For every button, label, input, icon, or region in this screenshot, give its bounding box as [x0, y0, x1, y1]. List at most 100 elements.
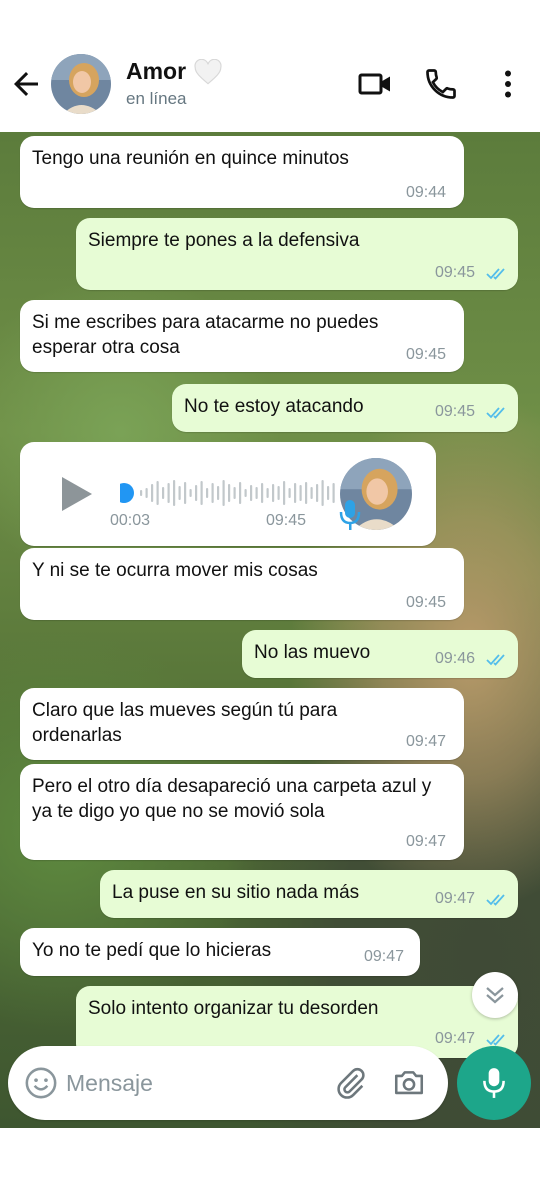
message-time: 09:44	[406, 184, 447, 201]
waveform-bar	[244, 489, 247, 497]
message-incoming[interactable]: Claro que las mueves según tú para orden…	[20, 688, 464, 760]
waveform-bar	[299, 485, 302, 501]
waveform-bar	[310, 487, 313, 499]
message-outgoing[interactable]: No te estoy atacando 09:45	[172, 384, 518, 432]
play-icon	[62, 477, 92, 511]
read-ticks-icon	[486, 894, 505, 906]
message-time: 09:47	[435, 890, 476, 907]
waveform-bar	[332, 483, 335, 503]
waveform-bar	[266, 488, 269, 498]
contact-status: en línea	[126, 89, 187, 108]
waveform-bar	[250, 485, 253, 501]
microphone-icon	[338, 498, 362, 537]
message-text: Siempre te pones a la defensiva	[88, 230, 360, 251]
waveform-bar	[189, 489, 192, 497]
waveform-bar	[195, 485, 198, 501]
message-time: 09:47	[435, 1030, 476, 1047]
waveform-bar	[321, 480, 324, 506]
video-call-icon	[358, 73, 390, 95]
waveform-bar	[156, 481, 159, 505]
message-time: 09:45	[435, 403, 476, 420]
waveform-bar	[200, 481, 203, 505]
waveform-bar	[294, 483, 297, 503]
message-outgoing[interactable]: No las muevo 09:46	[242, 630, 518, 678]
message-text: Y ni se te ocurra mover mis cosas	[32, 560, 318, 581]
message-time: 09:45	[406, 346, 447, 363]
message-incoming[interactable]: Si me escribes para atacarme no puedes e…	[20, 300, 464, 372]
contact-name[interactable]: Amor	[126, 58, 186, 85]
waveform-bar	[277, 486, 280, 500]
waveform-bar	[233, 487, 236, 499]
waveform-bar	[316, 484, 319, 502]
more-options-button[interactable]	[490, 66, 526, 102]
voice-progress-dot[interactable]	[120, 483, 134, 503]
video-call-button[interactable]	[357, 66, 393, 102]
arrow-left-icon	[14, 72, 38, 96]
waveform-bar	[173, 480, 176, 506]
message-text: Pero el otro día desapareció una carpeta…	[32, 776, 432, 822]
more-vert-icon	[505, 70, 511, 98]
voice-duration: 00:03	[110, 512, 151, 529]
read-ticks-icon	[486, 654, 505, 666]
message-time: 09:45	[435, 264, 476, 281]
emoji-button[interactable]	[24, 1066, 58, 1105]
waveform-bar	[261, 483, 264, 503]
waveform-bar	[178, 486, 181, 500]
waveform-bar	[222, 480, 225, 506]
waveform-bar	[255, 487, 258, 499]
waveform-bar	[288, 488, 291, 498]
message-time: 09:47	[406, 733, 447, 750]
message-outgoing[interactable]: Siempre te pones a la defensiva 09:45	[76, 218, 518, 290]
waveform-bar	[167, 483, 170, 503]
emoji-icon	[25, 1067, 57, 1099]
waveform-bar	[184, 482, 187, 504]
message-text: No las muevo	[254, 642, 371, 663]
back-button[interactable]	[8, 66, 44, 102]
voice-message[interactable]: 00:03 09:45	[20, 442, 436, 546]
white-heart-icon	[194, 59, 222, 85]
waveform-bar	[327, 486, 330, 500]
scroll-to-bottom-button[interactable]	[472, 972, 518, 1018]
read-ticks-icon	[486, 268, 505, 280]
message-incoming[interactable]: Pero el otro día desapareció una carpeta…	[20, 764, 464, 860]
waveform-bar	[206, 488, 209, 498]
waveform-bar	[145, 488, 148, 498]
voice-call-button[interactable]	[423, 66, 459, 102]
waveform-bar	[217, 486, 220, 500]
double-chevron-down-icon	[486, 987, 504, 1004]
read-ticks-icon	[486, 1034, 505, 1046]
message-time: 09:45	[406, 594, 447, 611]
waveform-bar	[151, 484, 154, 502]
message-composer	[8, 1046, 448, 1120]
message-text: Solo intento organizar tu desorden	[88, 998, 379, 1019]
waveform-bar	[140, 490, 143, 496]
waveform-bar	[228, 484, 231, 502]
camera-button[interactable]	[392, 1066, 426, 1105]
waveform-bar	[211, 483, 214, 503]
message-incoming[interactable]: Tengo una reunión en quince minutos 09:4…	[20, 136, 464, 208]
read-ticks-icon	[486, 407, 505, 419]
contact-avatar[interactable]	[51, 54, 111, 114]
message-text: Si me escribes para atacarme no puedes e…	[32, 312, 379, 358]
message-time: 09:47	[406, 833, 447, 850]
voice-waveform[interactable]	[120, 478, 340, 508]
paperclip-icon	[337, 1067, 365, 1099]
waveform-bar	[239, 482, 242, 504]
message-outgoing[interactable]: La puse en su sitio nada más 09:47	[100, 870, 518, 918]
chat-area[interactable]: Tengo una reunión en quince minutos 09:4…	[0, 132, 540, 1128]
voice-record-button[interactable]	[457, 1046, 531, 1120]
message-input[interactable]	[66, 1064, 316, 1102]
message-text: Claro que las mueves según tú para orden…	[32, 700, 338, 746]
message-incoming[interactable]: Y ni se te ocurra mover mis cosas 09:45	[20, 548, 464, 620]
waveform-bar	[305, 482, 308, 504]
play-button[interactable]	[60, 476, 94, 517]
waveform-bar	[162, 487, 165, 499]
phone-icon	[426, 69, 456, 99]
message-text: Tengo una reunión en quince minutos	[32, 148, 349, 169]
attach-button[interactable]	[334, 1066, 368, 1105]
message-text: La puse en su sitio nada más	[112, 882, 360, 903]
chat-header: Amor en línea	[0, 0, 540, 132]
message-text: Yo no te pedí que lo hicieras	[32, 940, 272, 961]
message-incoming[interactable]: Yo no te pedí que lo hicieras 09:47	[20, 928, 420, 976]
message-time: 09:47	[364, 948, 405, 965]
